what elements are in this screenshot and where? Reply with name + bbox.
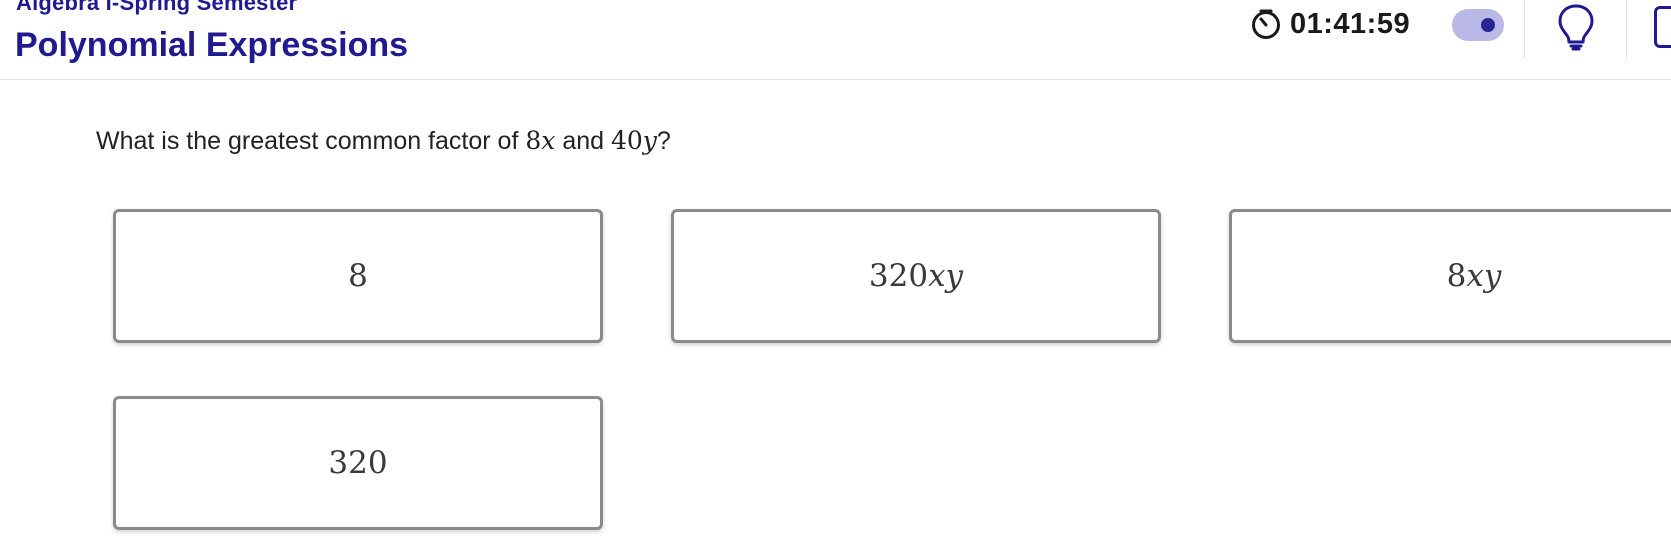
choice-vars: xy (928, 258, 964, 294)
answer-choice[interactable]: 320 (113, 396, 603, 530)
answer-choice[interactable]: 8 (113, 209, 603, 343)
app-header: Algebra I-Spring Semester Polynomial Exp… (0, 0, 1671, 80)
header-divider (1524, 0, 1525, 58)
hint-button[interactable] (1554, 2, 1598, 52)
math-term-2-coef: 40 (610, 126, 643, 155)
choice-coef: 320 (328, 445, 388, 481)
panel-button[interactable] (1654, 6, 1671, 48)
choice-vars: xy (1466, 258, 1502, 294)
choice-coef: 8 (1446, 258, 1467, 294)
answer-choice-label: 8 (348, 258, 368, 294)
question-suffix: ? (656, 127, 671, 155)
choice-coef: 8 (348, 258, 368, 294)
page-title: Polynomial Expressions (15, 26, 409, 64)
question-text: What is the greatest common factor of 8x… (96, 126, 671, 156)
timer-readout: 01:41:59 (1290, 7, 1411, 40)
math-term-1-coef: 8 (525, 126, 542, 155)
math-term-1-var: x (541, 126, 556, 155)
stopwatch-icon (1252, 9, 1280, 39)
choice-coef: 320 (868, 258, 929, 294)
math-term-2-var: y (642, 126, 657, 155)
toggle-knob (1481, 18, 1495, 32)
math-term-1: 8x (525, 126, 555, 155)
question-prefix: What is the greatest common factor of (96, 127, 526, 155)
timer: 01:41:59 (1250, 6, 1410, 42)
math-term-2: 40y (611, 126, 657, 155)
answer-choice[interactable]: 320xy (671, 209, 1161, 343)
course-title: Algebra I-Spring Semester (16, 0, 298, 15)
answer-choice-label: 320 (328, 445, 387, 481)
timer-visibility-toggle[interactable] (1452, 9, 1504, 41)
answer-choice[interactable]: 8xy (1229, 209, 1671, 343)
question-joiner: and (555, 127, 611, 155)
answer-choice-label: 8xy (1447, 258, 1502, 294)
answer-choice-label: 320xy (869, 258, 963, 294)
lightbulb-icon (1558, 4, 1594, 51)
header-divider (1626, 0, 1627, 58)
